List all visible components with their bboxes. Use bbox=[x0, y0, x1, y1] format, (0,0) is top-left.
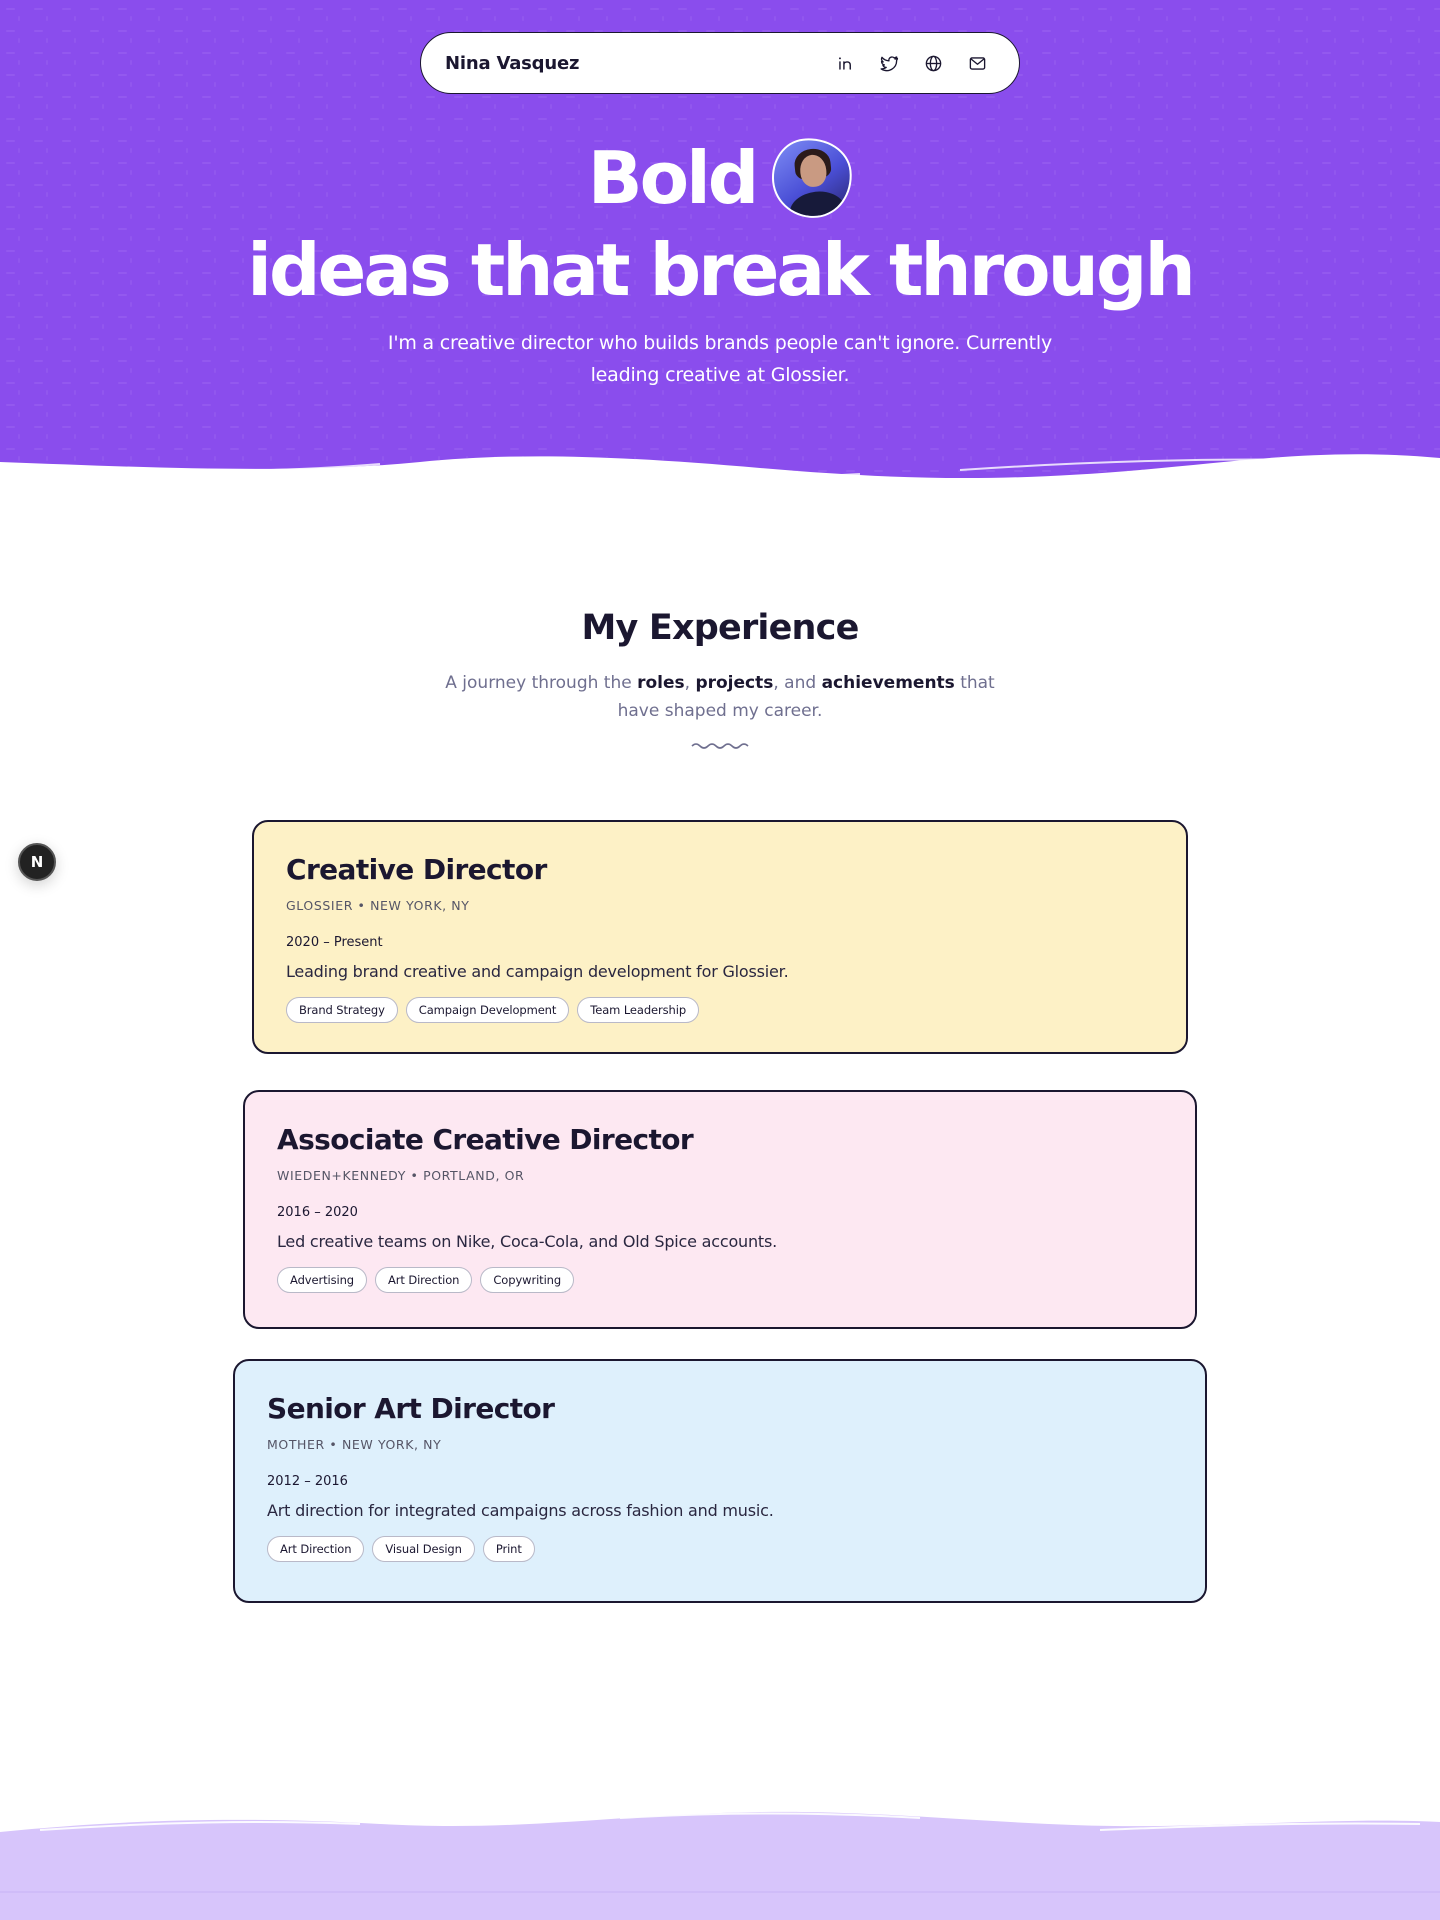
skill-tag: Team Leadership bbox=[577, 997, 700, 1023]
experience-card: Associate Creative Director WIEDEN+KENNE… bbox=[243, 1090, 1197, 1329]
subtitle-text: , and bbox=[773, 673, 822, 693]
job-description: Leading brand creative and campaign deve… bbox=[286, 962, 789, 981]
skill-tag: Brand Strategy bbox=[286, 997, 398, 1023]
job-period: 2020 – Present bbox=[286, 935, 383, 950]
skill-tags: Art Direction Visual Design Print bbox=[267, 1536, 1173, 1562]
twitter-icon[interactable] bbox=[875, 49, 903, 77]
framework-badge[interactable]: N bbox=[18, 843, 56, 881]
hero-headline: Bold ideas that break through bbox=[0, 132, 1440, 316]
footer-wave bbox=[0, 1811, 1440, 1920]
job-period: 2012 – 2016 bbox=[267, 1474, 348, 1489]
avatar bbox=[768, 134, 857, 222]
social-links bbox=[831, 49, 991, 77]
job-role: Senior Art Director bbox=[267, 1392, 555, 1425]
skill-tags: Brand Strategy Campaign Development Team… bbox=[286, 997, 1154, 1023]
job-role: Creative Director bbox=[286, 853, 547, 886]
job-period: 2016 – 2020 bbox=[277, 1205, 358, 1220]
subtitle-text: A journey through the bbox=[445, 673, 638, 693]
skill-tag: Visual Design bbox=[372, 1536, 475, 1562]
job-description: Art direction for integrated campaigns a… bbox=[267, 1501, 774, 1520]
hero-subtitle: I'm a creative director who builds brand… bbox=[387, 332, 1053, 386]
mail-icon[interactable] bbox=[963, 49, 991, 77]
job-company: MOTHER • NEW YORK, NY bbox=[267, 1437, 442, 1452]
subtitle-text: , bbox=[684, 673, 696, 693]
squiggle-divider bbox=[691, 743, 749, 749]
skill-tag: Campaign Development bbox=[405, 997, 570, 1023]
job-role: Associate Creative Director bbox=[277, 1123, 694, 1156]
skill-tag: Copywriting bbox=[480, 1267, 575, 1293]
top-nav: Nina Vasquez bbox=[420, 32, 1020, 94]
linkedin-icon[interactable] bbox=[831, 49, 859, 77]
skill-tag: Print bbox=[482, 1536, 535, 1562]
skill-tag: Art Direction bbox=[374, 1267, 473, 1293]
keyword-projects: projects bbox=[695, 673, 774, 693]
job-company: GLOSSIER • NEW YORK, NY bbox=[286, 898, 470, 913]
headline-line-1: Bold bbox=[0, 132, 1440, 224]
skill-tags: Advertising Art Direction Copywriting bbox=[277, 1267, 1163, 1293]
keyword-roles: roles bbox=[637, 673, 685, 693]
headline-line-2: ideas that break through bbox=[247, 228, 1195, 312]
hero-section: Nina Vasquez Bold ideas that break throu… bbox=[0, 0, 1440, 500]
skill-tag: Art Direction bbox=[267, 1536, 365, 1562]
experience-title: My Experience bbox=[581, 608, 859, 648]
brand-name[interactable]: Nina Vasquez bbox=[445, 53, 579, 74]
job-description: Led creative teams on Nike, Coca-Cola, a… bbox=[277, 1232, 778, 1251]
globe-icon[interactable] bbox=[919, 49, 947, 77]
job-company: WIEDEN+KENNEDY • PORTLAND, OR bbox=[277, 1168, 525, 1183]
experience-card: Creative Director GLOSSIER • NEW YORK, N… bbox=[252, 820, 1188, 1054]
experience-subtitle: A journey through the roles, projects, a… bbox=[440, 669, 1000, 725]
experience-card: Senior Art Director MOTHER • NEW YORK, N… bbox=[233, 1359, 1207, 1603]
keyword-achievements: achievements bbox=[821, 673, 955, 693]
skill-tag: Advertising bbox=[277, 1267, 367, 1293]
headline-word: Bold bbox=[587, 136, 760, 220]
